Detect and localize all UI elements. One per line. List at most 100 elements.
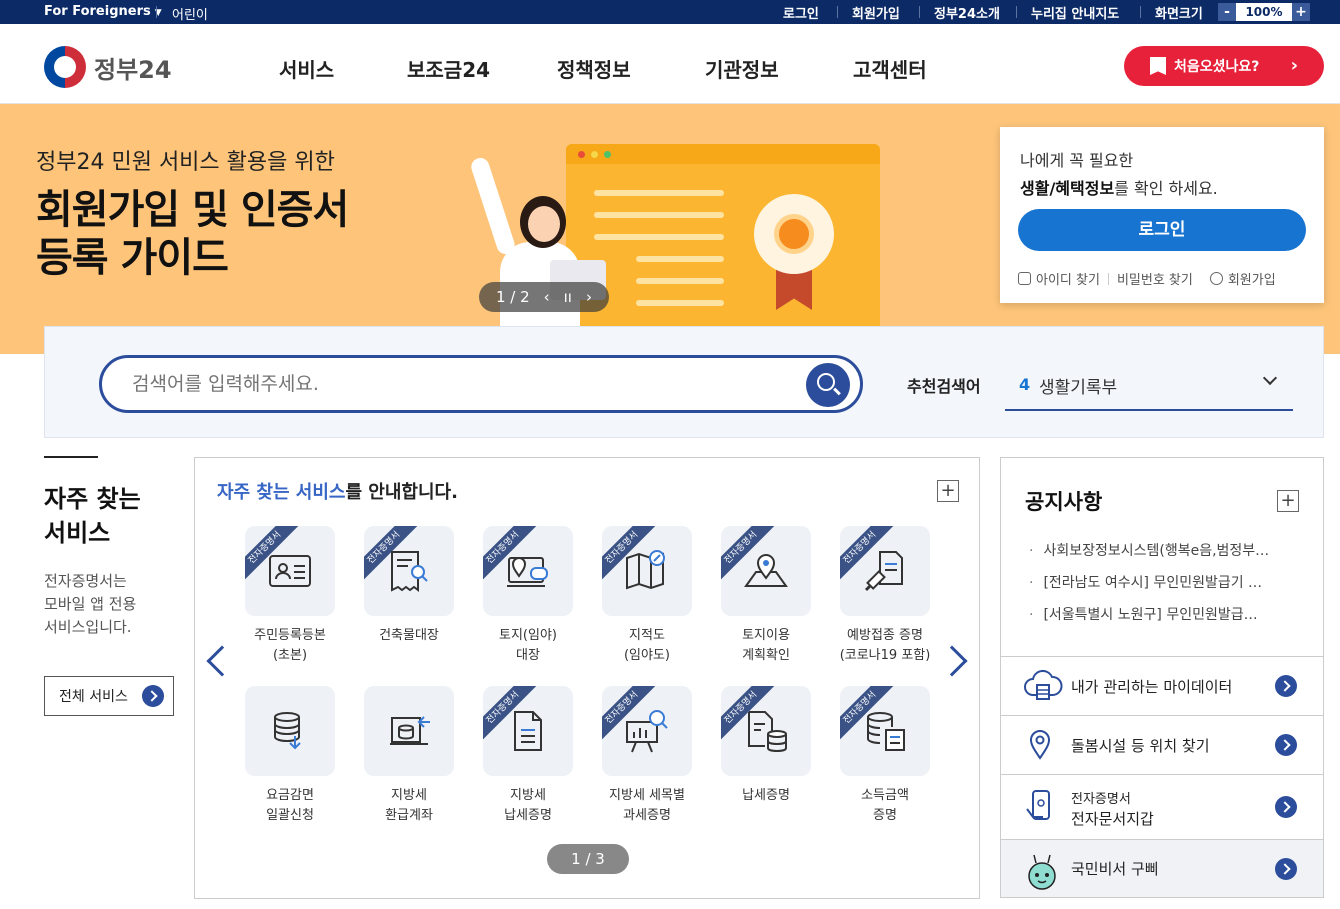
prev-slide-button[interactable]: ‹: [544, 288, 550, 306]
services-pager: 1 / 3: [547, 844, 629, 874]
side-link-care-facility[interactable]: 돌봄시설 등 위치 찾기: [1000, 716, 1324, 775]
bookmark-star-icon: [1150, 57, 1166, 75]
text-line: [594, 212, 724, 218]
service-tile: 전자증명서: [721, 526, 811, 616]
land-register-icon: [507, 557, 548, 587]
desc-line: 서비스입니다.: [44, 618, 132, 636]
service-label: 건축물대장: [379, 628, 439, 643]
zoom-in-button[interactable]: +: [1291, 3, 1310, 21]
svc-tax-payment-cert[interactable]: 전자증명서납세증명: [707, 686, 825, 806]
arrow-right-icon: [141, 685, 164, 707]
nav-policy[interactable]: 정책정보: [557, 54, 631, 83]
next-slide-button[interactable]: ›: [586, 288, 592, 306]
login-message: 나에게 꼭 필요한: [1020, 151, 1134, 170]
banner-title: 회원가입 및 인증서 등록 가이드: [36, 186, 349, 282]
service-tile: 전자증명서: [483, 526, 573, 616]
cloud-data-icon: [1024, 669, 1063, 700]
svc-fee-reduction[interactable]: 요금감면 일괄신청: [231, 686, 349, 826]
zoom-out-button[interactable]: -: [1218, 3, 1236, 21]
notice-title: 공지사항: [1025, 490, 1103, 514]
find-password-link[interactable]: 비밀번호 찾기: [1117, 269, 1193, 288]
notice-item[interactable]: 사회보장정보시스템(행복e음,범정부…: [1029, 540, 1299, 560]
svc-cadastral-map[interactable]: 전자증명서 지적도 (임야도): [588, 526, 706, 666]
svc-local-tax-payment[interactable]: 전자증명서 지방세 납세증명: [469, 686, 587, 826]
zoom-control: - 100% +: [1218, 3, 1310, 21]
window-dot: [578, 151, 585, 158]
desc-line: 모바일 앱 전용: [44, 595, 137, 613]
service-label: 예방접종 증명 (코로나19 포함): [839, 628, 931, 663]
login-button[interactable]: 로그인: [1018, 209, 1306, 251]
svc-local-tax-refund-account[interactable]: 지방세 환급계좌: [350, 686, 468, 826]
screen-size-label: 화면크기: [1155, 7, 1203, 22]
service-label: 토지이용 계획확인: [742, 628, 790, 663]
banner-title-line: 회원가입 및 인증서: [36, 187, 349, 233]
service-tile: 전자증명서: [364, 526, 454, 616]
login-link[interactable]: 로그인: [783, 3, 819, 22]
notice-item[interactable]: [서울특별시 노원구] 무인민원발급…: [1029, 604, 1299, 624]
services-panel: 자주 찾는 서비스를 안내합니다. + 전자증명서 주민등록등본 (초본) 전자증명…: [194, 457, 980, 899]
signup-link-panel[interactable]: 회원가입: [1209, 269, 1276, 288]
banner-page-indicator: 1 / 2: [495, 288, 530, 306]
svc-land-use-plan[interactable]: 전자증명서토지이용 계획확인: [707, 526, 825, 666]
side-link-gubbi[interactable]: 국민비서 구삐: [1000, 840, 1324, 898]
person-arm: [468, 155, 518, 257]
arrow-right-icon: [1275, 796, 1297, 818]
kids-link[interactable]: 어린이: [172, 4, 208, 23]
vaccination-icon: [864, 551, 903, 592]
nav-subsidy24[interactable]: 보조금24: [407, 54, 490, 83]
service-tile: [245, 686, 335, 776]
nav-agency[interactable]: 기관정보: [705, 54, 779, 83]
svc-building-register[interactable]: 전자증명서건축물대장: [350, 526, 468, 646]
about-link[interactable]: 정부24소개: [934, 3, 1000, 22]
side-link-label: 전자문서지갑: [1071, 810, 1154, 828]
service-tile: 전자증명서: [602, 686, 692, 776]
text-line: [636, 278, 724, 284]
language-selector[interactable]: For Foreigners ▼: [44, 4, 162, 19]
svc-local-tax-by-item[interactable]: 전자증명서 지방세 세목별 과세증명: [588, 686, 706, 826]
side-link-e-wallet[interactable]: 전자증명서 전자문서지갑: [1000, 775, 1324, 840]
title-line: 자주 찾는: [44, 485, 141, 513]
recommended-keyword-select[interactable]: 4 생활기록부: [1005, 363, 1293, 411]
find-id-link[interactable]: 아이디 찾기: [1018, 269, 1100, 288]
search-box: [99, 355, 863, 413]
notice-item[interactable]: [전라남도 여수시] 무인민원발급기 …: [1029, 572, 1299, 592]
service-tile: 전자증명서: [721, 686, 811, 776]
recommended-label: 추천검색어: [907, 377, 981, 396]
income-certificate-icon: [867, 712, 905, 751]
svc-land-register[interactable]: 전자증명서 토지(임야) 대장: [469, 526, 587, 666]
service-tile: 전자증명서: [840, 526, 930, 616]
first-visit-button[interactable]: 처음오셨나요? ›: [1124, 46, 1324, 86]
service-label: 지적도 (임야도): [623, 628, 671, 663]
side-link-label: 돌봄시설 등 위치 찾기: [1071, 737, 1210, 755]
window-dot: [591, 151, 598, 158]
location-pin-icon: [1029, 730, 1051, 760]
text-line: [594, 190, 724, 196]
fee-reduction-icon: [274, 712, 301, 750]
chevron-down-icon: [1262, 370, 1278, 386]
first-visit-label: 처음오셨나요?: [1174, 59, 1260, 75]
notice-more-button[interactable]: +: [1277, 490, 1299, 512]
find-id-label: 아이디 찾기: [1036, 273, 1100, 288]
side-link-mydata[interactable]: 내가 관리하는 마이데이터: [1000, 657, 1324, 716]
pause-button[interactable]: ıı: [564, 288, 572, 306]
service-tile: 전자증명서: [840, 686, 930, 776]
search-input[interactable]: [132, 372, 772, 396]
signup-link[interactable]: 회원가입: [852, 3, 900, 22]
nav-services[interactable]: 서비스: [279, 54, 334, 83]
divider: [1140, 6, 1141, 18]
local-tax-chart-icon: [626, 710, 668, 753]
divider: [1107, 272, 1109, 285]
section-accent-line: [44, 456, 98, 458]
all-services-button[interactable]: 전체 서비스: [44, 676, 174, 716]
svc-vaccination-cert[interactable]: 전자증명서예방접종 증명 (코로나19 포함): [826, 526, 944, 666]
service-label: 납세증명: [742, 788, 790, 803]
sitemap-link[interactable]: 누리집 안내지도: [1031, 3, 1119, 22]
svc-resident-registration[interactable]: 전자증명서 주민등록등본 (초본): [231, 526, 349, 666]
nav-support[interactable]: 고객센터: [853, 54, 927, 83]
title-line: 서비스: [44, 519, 111, 547]
search-button[interactable]: [806, 363, 850, 407]
svc-income-cert[interactable]: 전자증명서 소득금액 증명: [826, 686, 944, 826]
site-logo[interactable]: 정부24: [44, 46, 172, 88]
login-message-rest: 를 확인 하세요.: [1114, 179, 1218, 198]
services-more-button[interactable]: +: [937, 480, 959, 502]
